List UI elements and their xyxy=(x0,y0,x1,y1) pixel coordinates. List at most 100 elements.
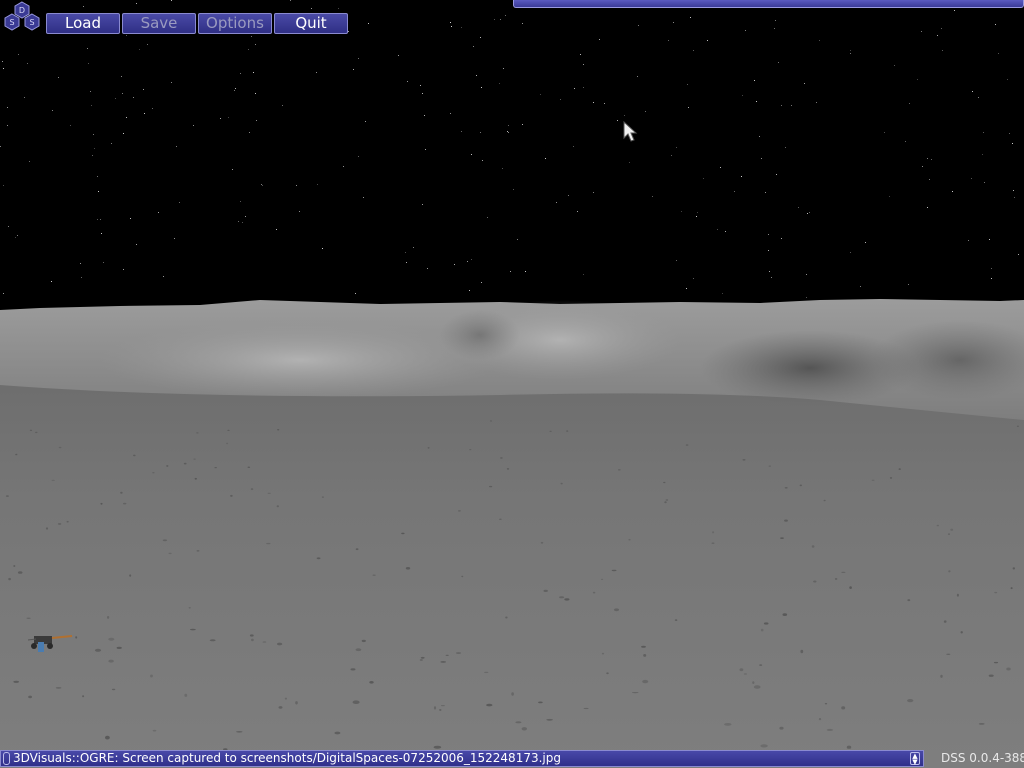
surface-rock xyxy=(841,571,846,574)
surface-rock xyxy=(196,550,200,552)
surface-rock xyxy=(120,491,123,494)
surface-rock xyxy=(316,557,321,560)
surface-rock xyxy=(753,685,761,689)
surface-rock xyxy=(226,442,229,445)
surface-rock xyxy=(849,586,852,589)
load-button[interactable]: Load xyxy=(46,13,120,34)
surface-rock xyxy=(665,499,669,501)
surface-rock xyxy=(521,727,527,731)
options-button[interactable]: Options xyxy=(198,13,272,34)
surface-rock xyxy=(763,622,769,625)
surface-rock xyxy=(907,599,911,602)
surface-rock xyxy=(262,641,267,643)
surface-rock xyxy=(871,479,875,481)
surface-rock xyxy=(642,679,649,684)
surface-rock xyxy=(439,709,442,711)
surface-rock xyxy=(108,659,114,663)
surface-rock xyxy=(606,672,609,675)
surface-rock xyxy=(455,652,462,654)
surface-rock xyxy=(183,462,187,465)
surface-rock xyxy=(611,569,617,572)
surface-rock xyxy=(711,542,715,544)
surface-rock xyxy=(420,656,425,659)
surface-rock xyxy=(907,699,914,703)
surface-rock xyxy=(247,466,251,468)
surface-rock xyxy=(457,510,461,512)
surface-rock xyxy=(1006,667,1011,671)
console-scroll-arrows-icon[interactable]: ▲ ▼ xyxy=(910,752,920,766)
surface-rock xyxy=(334,731,341,735)
top-status-bar[interactable] xyxy=(513,0,1024,8)
surface-rock xyxy=(500,457,503,459)
surface-rock xyxy=(760,628,764,632)
surface-rock xyxy=(768,465,771,467)
surface-rock xyxy=(743,673,748,675)
surface-rock xyxy=(641,645,646,648)
surface-rock xyxy=(230,494,233,497)
rover-icon xyxy=(27,635,73,652)
console-bar[interactable]: 3DVisuals::OGRE: Screen captured to scre… xyxy=(0,750,924,767)
surface-rock xyxy=(988,674,994,677)
surface-rock xyxy=(162,539,168,542)
surface-rock xyxy=(369,681,374,684)
surface-rock xyxy=(266,542,271,545)
surface-rock xyxy=(123,502,127,505)
surface-rock xyxy=(664,501,667,504)
surface-rock xyxy=(168,552,172,555)
surface-rock xyxy=(152,472,155,474)
surface-rock xyxy=(813,580,817,583)
surface-rock xyxy=(538,701,543,704)
surface-rock xyxy=(8,577,11,581)
surface-rock xyxy=(433,706,437,710)
surface-rock xyxy=(834,578,838,580)
surface-rock xyxy=(66,520,69,523)
surface-rock xyxy=(782,613,788,616)
surface-rock xyxy=(546,718,553,721)
surface-rock xyxy=(352,700,360,704)
surface-rock xyxy=(898,468,901,470)
surface-rock xyxy=(295,701,298,705)
surface-rock xyxy=(250,488,254,490)
surface-rock xyxy=(276,642,283,646)
dss-hexagon-logo-icon: D S S xyxy=(4,1,40,31)
surface-rock xyxy=(129,574,132,577)
surface-rock xyxy=(133,454,136,457)
surface-rock xyxy=(75,636,78,639)
surface-rock xyxy=(284,697,287,700)
surface-rock xyxy=(936,524,939,527)
surface-rock xyxy=(184,693,188,697)
main-menu-bar: Load Save Options Quit xyxy=(46,13,348,34)
quit-button[interactable]: Quit xyxy=(274,13,348,34)
logo-letter-s2: S xyxy=(29,18,34,27)
surface-rock xyxy=(1012,567,1015,570)
surface-rock xyxy=(35,431,38,434)
save-button[interactable]: Save xyxy=(122,13,196,34)
surface-rock xyxy=(94,648,102,652)
surface-rock xyxy=(51,479,55,481)
surface-rock xyxy=(784,487,788,489)
surface-rock xyxy=(601,652,605,655)
surface-rock xyxy=(461,575,464,578)
surface-rock xyxy=(440,661,447,663)
surface-rock xyxy=(946,653,951,655)
surface-rock xyxy=(152,729,157,732)
surface-rock xyxy=(361,639,366,643)
surface-rock xyxy=(631,692,639,694)
surface-rock xyxy=(994,591,998,594)
lunar-terrain xyxy=(0,299,1024,768)
version-label: DSS 0.0.4-388 xyxy=(941,751,1024,765)
surface-rock xyxy=(486,703,493,707)
console-message: 3DVisuals::OGRE: Screen captured to scre… xyxy=(13,751,561,765)
surface-rock xyxy=(355,548,359,551)
surface-rock xyxy=(188,607,191,609)
console-grip-handle[interactable] xyxy=(3,752,10,765)
surface-rock xyxy=(15,453,18,456)
surface-rock xyxy=(811,545,815,548)
surface-rock xyxy=(505,616,508,619)
surface-rock xyxy=(401,532,405,535)
surface-rock xyxy=(511,692,514,696)
dss-logo: D S S xyxy=(2,1,42,31)
surface-rock xyxy=(628,538,631,541)
surface-rock xyxy=(469,449,472,451)
surface-rock xyxy=(108,637,115,641)
